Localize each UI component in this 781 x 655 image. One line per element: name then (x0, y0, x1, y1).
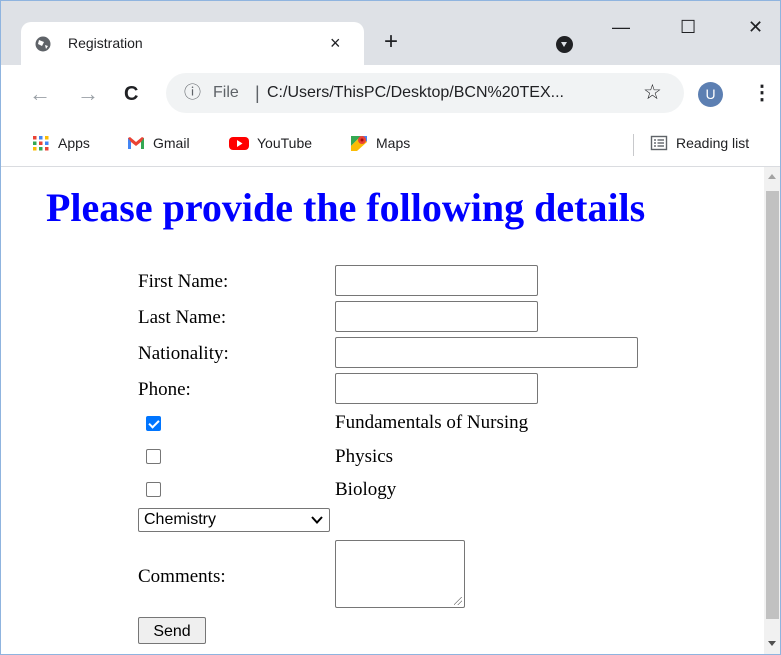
first-name-label: First Name: (138, 271, 229, 292)
bookmark-apps[interactable]: Apps (32, 132, 90, 154)
browser-toolbar: ← → C ⓘ File | C:/Users/ThisPC/Desktop/B… (1, 65, 780, 123)
comments-label: Comments: (138, 566, 226, 587)
reading-list[interactable]: Reading list (650, 132, 749, 154)
globe-icon (35, 36, 51, 52)
tab-close-icon[interactable]: × (330, 33, 341, 53)
scroll-up-icon[interactable] (768, 174, 776, 179)
address-bar[interactable]: ⓘ File | C:/Users/ThisPC/Desktop/BCN%20T… (166, 73, 684, 113)
bookmarks-separator (633, 134, 634, 156)
bookmark-apps-label: Apps (58, 135, 90, 151)
reading-list-label: Reading list (676, 135, 750, 151)
address-scheme: File (213, 84, 239, 101)
bookmark-youtube[interactable]: YouTube (229, 132, 312, 154)
back-icon[interactable]: ← (29, 81, 51, 107)
tab-title: Registration (68, 35, 143, 51)
new-tab-icon[interactable]: + (384, 28, 398, 56)
scroll-down-icon[interactable] (768, 641, 776, 646)
bookmark-maps[interactable]: Maps (350, 132, 410, 154)
bookmark-gmail[interactable]: Gmail (127, 132, 190, 154)
reading-list-icon (650, 135, 668, 151)
browser-chrome: Registration × + — ☐ ✕ ← → C ⓘ File | C:… (0, 0, 781, 167)
course-checkbox-nursing[interactable] (146, 416, 161, 431)
youtube-icon (229, 137, 249, 150)
title-bar: Registration × + — ☐ ✕ (1, 1, 780, 66)
nationality-label: Nationality: (138, 343, 229, 364)
bookmark-star-icon[interactable]: ☆ (643, 82, 662, 104)
window-close-icon[interactable]: ✕ (748, 17, 763, 37)
address-url[interactable]: C:/Users/ThisPC/Desktop/BCN%20TEX... (267, 84, 564, 102)
maps-icon (351, 136, 367, 151)
chevron-down-icon (311, 510, 323, 530)
site-info-icon[interactable]: ⓘ (184, 83, 201, 103)
tab-search-icon[interactable] (556, 36, 573, 53)
profile-avatar[interactable]: U (698, 82, 723, 107)
send-button[interactable]: Send (138, 617, 206, 644)
forward-icon[interactable]: → (77, 81, 99, 107)
course-label-biology: Biology (335, 479, 397, 500)
course-label-physics: Physics (335, 446, 394, 467)
minimize-icon[interactable]: — (612, 17, 630, 37)
page-heading: Please provide the following details (46, 185, 646, 230)
first-name-input[interactable] (335, 265, 538, 296)
bookmark-youtube-label: YouTube (257, 135, 313, 151)
scrollbar-thumb[interactable] (766, 191, 779, 619)
nationality-input[interactable] (335, 337, 638, 368)
vertical-scrollbar[interactable] (764, 167, 781, 655)
subject-select[interactable]: Chemistry (138, 508, 330, 532)
phone-label: Phone: (138, 379, 191, 400)
address-separator: | (255, 83, 260, 103)
gmail-icon (128, 137, 144, 149)
phone-input[interactable] (335, 373, 538, 404)
bookmark-maps-label: Maps (376, 135, 411, 151)
tab-registration[interactable]: Registration × (21, 22, 364, 66)
maximize-icon[interactable]: ☐ (680, 17, 696, 37)
course-checkbox-physics[interactable] (146, 449, 161, 464)
apps-grid-icon (33, 136, 49, 151)
comments-textarea[interactable] (335, 540, 465, 608)
last-name-input[interactable] (335, 301, 538, 332)
course-checkbox-biology[interactable] (146, 482, 161, 497)
browser-menu-icon[interactable]: ⋮ (752, 81, 772, 105)
resize-grip-icon[interactable] (454, 597, 462, 605)
reload-icon[interactable]: C (124, 81, 138, 107)
course-label-nursing: Fundamentals of Nursing (335, 412, 529, 433)
subject-select-value: Chemistry (144, 511, 217, 528)
bookmarks-bar: Apps Gmail YouTube Maps Reading list (1, 123, 780, 167)
bookmark-gmail-label: Gmail (153, 135, 190, 151)
last-name-label: Last Name: (138, 307, 227, 328)
